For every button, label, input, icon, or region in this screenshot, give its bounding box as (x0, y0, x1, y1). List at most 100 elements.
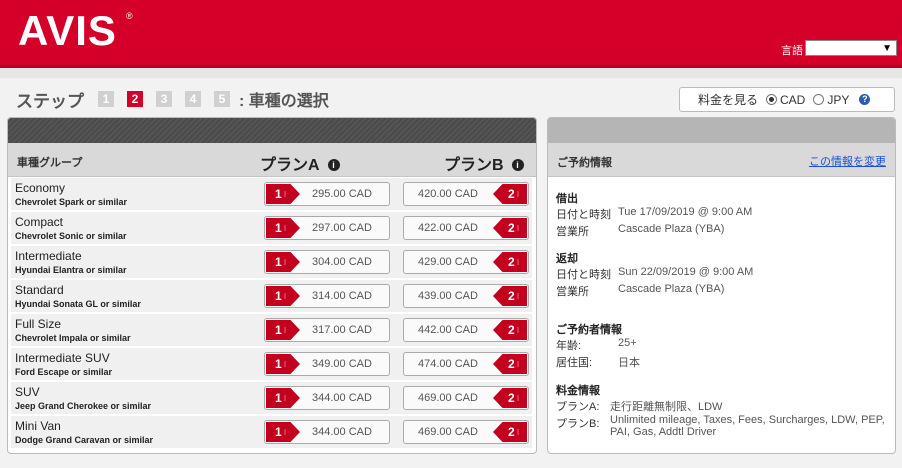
plan-b-description-line1: Unlimited mileage, Taxes, Fees, Surcharg… (610, 414, 885, 426)
plan-a-header: プランA i (260, 151, 340, 175)
vehicle-model: Jeep Grand Cherokee or similar (15, 401, 152, 411)
step-1[interactable]: 1 (98, 91, 114, 107)
plan-b-tag: 2 ⁝ (493, 320, 527, 340)
plan-a-price: 317.00 CAD (312, 324, 372, 336)
plan-b-price-button[interactable]: 469.00 CAD 2 ⁝ (403, 386, 529, 410)
vehicle-group-name: Compact (15, 215, 64, 229)
return-datetime: Sun 22/09/2019 @ 9:00 AM (618, 266, 754, 278)
age-value: 25+ (618, 337, 637, 349)
vehicle-model: Dodge Grand Caravan or similar (15, 435, 154, 445)
plan-b-price: 429.00 CAD (418, 256, 478, 268)
vehicle-group-name: SUV (15, 385, 40, 399)
header-bar: AVIS ® 言語 ▼ (0, 0, 902, 68)
plan-a-price-button[interactable]: 1 ⁝ 295.00 CAD (264, 182, 390, 206)
pickup-location: Cascade Plaza (YBA) (618, 223, 725, 235)
plan-b-description-line2: PAI, Gas, Addtl Driver (610, 426, 717, 438)
plan-a-price-button[interactable]: 1 ⁝ 297.00 CAD (264, 216, 390, 240)
vehicle-selection-panel: 車種グループ プランA i プランB i Economy Chevrolet Spar… (7, 117, 537, 454)
plan-a-price-button[interactable]: 1 ⁝ 314.00 CAD (264, 284, 390, 308)
currency-option-cad[interactable]: CAD (780, 93, 805, 107)
vehicle-group-name: Economy (15, 181, 66, 195)
group-column-header: 車種グループ (17, 157, 83, 169)
return-title: 返却 (556, 253, 578, 265)
pickup-location-label: 営業所 (556, 226, 589, 238)
plan-b-tag: 2 ⁝ (493, 354, 527, 374)
return-location: Cascade Plaza (YBA) (618, 283, 725, 295)
plan-b-price: 469.00 CAD (418, 392, 478, 404)
plan-a-price: 297.00 CAD (312, 222, 372, 234)
plan-a-price: 304.00 CAD (312, 256, 372, 268)
avis-logo[interactable]: AVIS (18, 9, 117, 53)
plan-b-price: 422.00 CAD (418, 222, 478, 234)
vehicle-row: SUV Jeep Grand Cherokee or similar 1 ⁝ 344.0… (11, 382, 532, 415)
plan-b-price: 420.00 CAD (418, 188, 478, 200)
dropdown-arrow-icon: ▼ (882, 43, 892, 54)
vehicle-row: Intermediate Hyundai Elantra or similar 1 ⁝… (11, 246, 532, 279)
vehicle-group-name: Full Size (15, 317, 62, 331)
vehicle-row: Compact Chevrolet Sonic or similar 1 ⁝ 297.0… (11, 212, 532, 245)
renter-title: ご予約者情報 (556, 324, 622, 336)
step-indicator: ステップ 1 2 3 4 5 : 車種の選択 (16, 89, 329, 111)
vehicle-row: Mini Van Dodge Grand Caravan or similar 1 ⁝… (11, 416, 532, 449)
vehicle-model: Chevrolet Sonic or similar (15, 231, 127, 241)
plan-b-label: プランB: (556, 418, 600, 430)
plan-a-info-icon[interactable]: i (327, 159, 340, 171)
plan-b-header: プランB i (444, 151, 524, 175)
vehicle-group-name: Mini Van (15, 419, 61, 433)
plan-b-price-button[interactable]: 439.00 CAD 2 ⁝ (403, 284, 529, 308)
plan-a-price-button[interactable]: 1 ⁝ 349.00 CAD (264, 352, 390, 376)
pickup-datetime-label: 日付と時刻 (556, 209, 611, 221)
plan-b-price-button[interactable]: 420.00 CAD 2 ⁝ (403, 182, 529, 206)
plan-b-price: 469.00 CAD (418, 426, 478, 438)
plan-a-price: 344.00 CAD (312, 426, 372, 438)
currency-label: 料金を見る (698, 93, 759, 107)
plan-a-tag: 1 ⁝ (266, 422, 300, 442)
step-2: 2 (127, 91, 143, 107)
plan-a-description: 走行距離無制限、LDW (610, 401, 723, 413)
plan-a-price-button[interactable]: 1 ⁝ 317.00 CAD (264, 318, 390, 342)
plan-b-price-button[interactable]: 474.00 CAD 2 ⁝ (403, 352, 529, 376)
return-datetime-label: 日付と時刻 (556, 269, 611, 281)
step-4: 4 (185, 91, 201, 107)
step-5: 5 (214, 91, 230, 107)
age-label: 年齢: (556, 340, 582, 352)
question-icon[interactable]: ? (859, 94, 871, 105)
plan-b-price-button[interactable]: 442.00 CAD 2 ⁝ (403, 318, 529, 342)
language-select[interactable]: ▼ (805, 40, 897, 56)
change-info-link[interactable]: この情報を変更 (809, 153, 886, 169)
vehicle-model: Hyundai Sonata GL or similar (15, 299, 141, 309)
plan-a-tag: 1 ⁝ (266, 388, 300, 408)
plan-b-price-button[interactable]: 422.00 CAD 2 ⁝ (403, 216, 529, 240)
plan-a-tag: 1 ⁝ (266, 354, 300, 374)
plan-a-tag: 1 ⁝ (266, 252, 300, 272)
step-3: 3 (156, 91, 172, 107)
return-location-label: 営業所 (556, 286, 589, 298)
plan-a-tag: 1 ⁝ (266, 320, 300, 340)
vehicle-row: Economy Chevrolet Spark or similar 1 ⁝ 295.0… (11, 178, 532, 211)
plan-b-price-button[interactable]: 429.00 CAD 2 ⁝ (403, 250, 529, 274)
steps-label: ステップ (16, 91, 84, 111)
pickup-title: 借出 (556, 193, 578, 205)
currency-selector: 料金を見る CAD JPY ? (679, 87, 895, 112)
plan-a-price-button[interactable]: 1 ⁝ 304.00 CAD (264, 250, 390, 274)
panel-header-bar (8, 118, 536, 143)
plan-a-price: 349.00 CAD (312, 358, 372, 370)
plan-a-price-button[interactable]: 1 ⁝ 344.00 CAD (264, 386, 390, 410)
plan-a-price: 314.00 CAD (312, 290, 372, 302)
plan-b-price: 474.00 CAD (418, 358, 478, 370)
vehicle-group-name: Standard (15, 283, 64, 297)
residence-label: 居住国: (556, 357, 593, 369)
plan-b-info-icon[interactable]: i (511, 159, 524, 171)
currency-option-jpy[interactable]: JPY (827, 93, 849, 107)
reservation-info-panel: ご予約情報 この情報を変更 借出 日付と時刻 Tue 17/09/2019 @ … (547, 117, 896, 454)
plan-b-price-button[interactable]: 469.00 CAD 2 ⁝ (403, 420, 529, 444)
plan-b-tag: 2 ⁝ (493, 422, 527, 442)
plan-a-label: プランA: (556, 401, 600, 413)
currency-radio-cad[interactable] (766, 94, 778, 105)
vehicle-row: Standard Hyundai Sonata GL or similar 1 ⁝ 31… (11, 280, 532, 313)
panel-header-bar (548, 118, 895, 143)
currency-radio-jpy[interactable] (813, 94, 825, 105)
vehicle-row: Full Size Chevrolet Impala or similar 1 ⁝ 31… (11, 314, 532, 347)
vehicle-model: Chevrolet Spark or similar (15, 197, 128, 207)
plan-a-price-button[interactable]: 1 ⁝ 344.00 CAD (264, 420, 390, 444)
